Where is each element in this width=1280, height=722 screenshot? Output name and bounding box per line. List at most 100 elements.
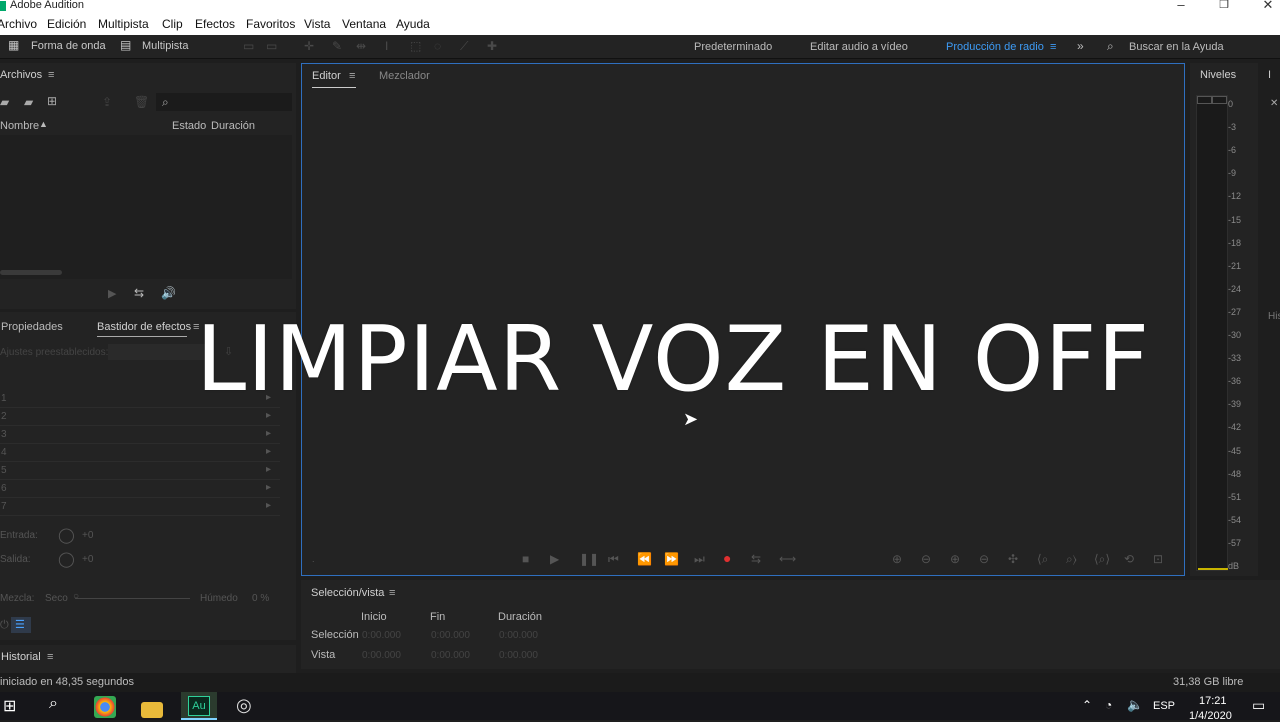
effect-slot[interactable]: 7 ▸ (0, 498, 280, 516)
record-icon[interactable]: ● (723, 550, 731, 566)
selection-view-menu-icon[interactable]: ≡ (389, 587, 395, 599)
menu-vista[interactable]: Vista (304, 17, 330, 31)
menu-ventana[interactable]: Ventana (342, 17, 386, 31)
zoom-full-icon[interactable]: ✣ (1008, 552, 1018, 566)
effect-slot[interactable]: 4 ▸ (0, 444, 280, 462)
view-start-field[interactable]: 0:00.000 (362, 650, 401, 661)
output-knob-icon[interactable]: ◯ (58, 550, 75, 568)
rewind-icon[interactable]: ⏪ (637, 552, 652, 566)
waveform-button[interactable]: Forma de onda (31, 40, 106, 52)
brush-tool-icon[interactable]: ⟋ (460, 39, 468, 54)
tab-effects-rack[interactable]: Bastidor de efectos (97, 321, 191, 333)
effect-slot[interactable]: 3 ▸ (0, 426, 280, 444)
selection-duration-field[interactable]: 0:00.000 (499, 630, 538, 641)
pause-icon[interactable]: ❚❚ (579, 552, 599, 566)
presets-dropdown[interactable] (108, 344, 208, 360)
files-scrollbar[interactable] (0, 270, 62, 275)
tab-editor[interactable]: Editor (312, 70, 341, 82)
open-file-icon[interactable]: ▰ (0, 95, 9, 109)
file-explorer-icon[interactable] (141, 702, 163, 718)
time-selection-tool-icon[interactable]: I (385, 39, 388, 53)
workspace-radio-production[interactable]: Producción de radio (946, 41, 1044, 53)
editor-menu-icon[interactable]: ≡ (349, 70, 355, 82)
zoom-fit-icon[interactable]: ⊡ (1153, 552, 1163, 566)
close-icon[interactable]: ✕ (1258, 0, 1278, 13)
menu-efectos[interactable]: Efectos (195, 17, 235, 31)
levels-title[interactable]: Niveles (1200, 69, 1236, 81)
loop-icon[interactable]: ⇆ (134, 286, 144, 300)
files-search-input[interactable]: ⌕ (156, 93, 292, 111)
stop-icon[interactable]: ■ (522, 552, 529, 566)
search-icon[interactable]: ⌕ (49, 695, 58, 713)
tab-properties[interactable]: Propiedades (1, 321, 63, 333)
next-icon[interactable]: ⏭ (694, 552, 705, 567)
network-icon[interactable]: ◔ (1105, 698, 1112, 712)
workspace-edit-audio-video[interactable]: Editar audio a vídeo (810, 41, 908, 53)
notifications-icon[interactable]: ▭ (1252, 697, 1265, 714)
restore-icon[interactable]: ❐ (1214, 0, 1234, 11)
windows-start-icon[interactable]: ⊞ (3, 696, 16, 716)
help-search-input[interactable]: Buscar en la Ayuda (1129, 41, 1224, 53)
more-workspaces-icon[interactable]: » (1077, 39, 1084, 53)
view-duration-field[interactable]: 0:00.000 (499, 650, 538, 661)
previous-icon[interactable]: ⏮ (608, 552, 619, 567)
language-indicator[interactable]: ESP (1153, 700, 1175, 712)
multitrack-button[interactable]: Multipista (142, 40, 188, 52)
menu-edicion[interactable]: Edición (47, 17, 86, 31)
zoom-in-time-icon[interactable]: ⊕ (950, 552, 960, 566)
fast-forward-icon[interactable]: ⏩ (664, 552, 679, 566)
zoom-out-amplitude-icon[interactable]: ⊖ (921, 552, 931, 566)
mix-slider-handle[interactable]: ○ (73, 591, 79, 602)
zoom-in-icon[interactable]: ⟨⌕ (1037, 552, 1048, 567)
files-panel-menu-icon[interactable]: ≡ (48, 69, 54, 81)
workspace-menu-icon[interactable]: ≡ (1050, 41, 1056, 53)
move-tool-icon[interactable]: ✛ (304, 39, 314, 53)
zoom-reset-icon[interactable]: ⟲ (1124, 552, 1134, 566)
view-end-field[interactable]: 0:00.000 (431, 650, 470, 661)
workspace-default[interactable]: Predeterminado (694, 41, 772, 53)
selection-start-field[interactable]: 0:00.000 (362, 630, 401, 641)
spectral-display-icon[interactable]: ▭ (243, 39, 254, 53)
menu-ayuda[interactable]: Ayuda (396, 17, 430, 31)
razor-tool-icon[interactable]: ✎ (332, 39, 342, 53)
power-icon[interactable]: ⏻ (0, 619, 9, 632)
show-hidden-icons-icon[interactable]: ⌃ (1082, 698, 1092, 712)
import-file-icon[interactable]: ▰ (24, 95, 33, 109)
selection-view-title[interactable]: Selección/vista (311, 587, 384, 599)
delete-icon[interactable]: 🗑 (134, 95, 149, 109)
input-knob-icon[interactable]: ◯ (58, 526, 75, 544)
autoplay-icon[interactable]: 🔊 (161, 286, 176, 300)
zoom-selection-icon[interactable]: ⟨⌕⟩ (1094, 552, 1110, 567)
menu-favoritos[interactable]: Favoritos (246, 17, 295, 31)
zoom-in-amplitude-icon[interactable]: ⊕ (892, 552, 902, 566)
loop-playback-icon[interactable]: ⇆ (751, 552, 761, 566)
files-list[interactable] (0, 135, 292, 279)
menu-clip[interactable]: Clip (162, 17, 183, 31)
history-title[interactable]: Historial (1, 651, 41, 663)
zoom-out-icon[interactable]: ⌕⟩ (1066, 552, 1077, 567)
side-panel-tab[interactable]: I (1268, 69, 1271, 81)
audition-taskbar-active[interactable]: Au (181, 692, 217, 720)
effect-slot[interactable]: 6 ▸ (0, 480, 280, 498)
insert-icon[interactable]: ⇪ (102, 95, 112, 109)
effect-slot[interactable]: 5 ▸ (0, 462, 280, 480)
slip-tool-icon[interactable]: ⇹ (356, 39, 366, 53)
minimize-icon[interactable]: – (1171, 0, 1191, 12)
healing-tool-icon[interactable]: ✚ (487, 39, 497, 53)
col-name[interactable]: Nombre (0, 120, 39, 132)
col-status[interactable]: Estado (172, 120, 206, 132)
new-file-icon[interactable]: ⊞ (47, 94, 57, 108)
col-duration[interactable]: Duración (211, 120, 255, 132)
obs-icon[interactable]: ◎ (236, 695, 252, 716)
play-icon[interactable]: ▶ (108, 287, 116, 300)
selection-end-field[interactable]: 0:00.000 (431, 630, 470, 641)
lasso-tool-icon[interactable]: ◌ (434, 39, 441, 53)
zoom-out-time-icon[interactable]: ⊖ (979, 552, 989, 566)
menu-archivo[interactable]: Archivo (0, 17, 37, 31)
play-icon[interactable]: ▶ (550, 552, 559, 566)
menu-multipista[interactable]: Multipista (98, 17, 149, 31)
chrome-icon[interactable] (94, 696, 116, 718)
volume-icon[interactable]: 🔈 (1127, 697, 1143, 713)
history-menu-icon[interactable]: ≡ (47, 651, 53, 663)
files-panel-title[interactable]: Archivos (0, 69, 42, 81)
